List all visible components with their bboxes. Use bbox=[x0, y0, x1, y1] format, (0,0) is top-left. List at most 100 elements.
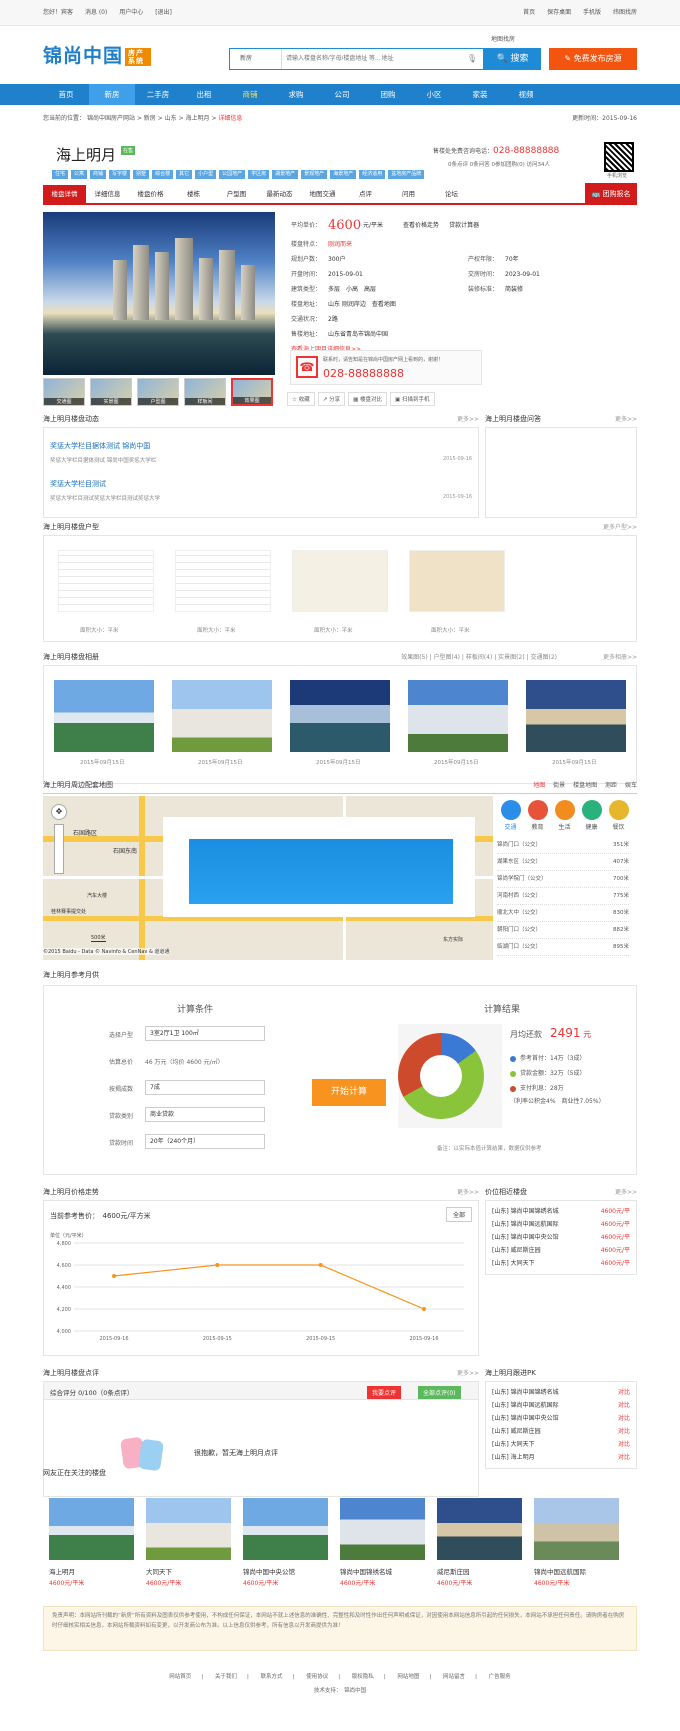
all-range-button[interactable]: 全部 bbox=[445, 1207, 472, 1222]
tag[interactable]: 湖景地产 bbox=[272, 170, 299, 179]
compare-button[interactable]: ▦ 楼盘对比 bbox=[348, 392, 388, 406]
news-more-link[interactable]: 更多>> bbox=[457, 414, 479, 423]
thumb-traffic[interactable]: 交通图 bbox=[43, 378, 85, 406]
list-item[interactable]: [山东] 大同天下 4600元/平 bbox=[492, 1257, 630, 1270]
list-item[interactable]: [山东] 威尼斯庄园 4600元/平 bbox=[492, 1244, 630, 1257]
poi-item[interactable]: 顺北大中（公交） 830米 bbox=[497, 905, 629, 922]
nav-decor[interactable]: 家装 bbox=[457, 84, 503, 105]
crumb-new[interactable]: 新房 bbox=[144, 115, 156, 122]
microphone-icon[interactable]: 🎙 bbox=[467, 54, 477, 63]
footer-link[interactable]: 关于我们 bbox=[215, 1674, 237, 1680]
poi-item[interactable]: 朝阳门口（公交） 882米 bbox=[497, 922, 629, 939]
tag[interactable]: 商铺 bbox=[90, 170, 107, 179]
watch-photo[interactable] bbox=[437, 1498, 522, 1560]
house-type-select[interactable]: 3室2厅1卫 100㎡ bbox=[145, 1026, 265, 1041]
list-item[interactable]: [山东] 锦尚中国中央公馆 4600元/平 bbox=[492, 1231, 630, 1244]
price-trend-link[interactable]: 查看价格走势 bbox=[403, 215, 439, 237]
tab-map[interactable]: 地图交通 bbox=[301, 185, 344, 203]
watch-photo[interactable] bbox=[49, 1498, 134, 1560]
search-type-select[interactable]: 新房 bbox=[230, 49, 282, 69]
tab-building[interactable]: 楼栋 bbox=[172, 185, 215, 203]
poi-item[interactable]: 湖果东区（公交） 407米 bbox=[497, 854, 629, 871]
tag[interactable]: 经济适用 bbox=[359, 170, 386, 179]
thumb-plan[interactable]: 户型图 bbox=[137, 378, 179, 406]
search-input[interactable] bbox=[286, 49, 466, 69]
list-item[interactable]: [山东] 锦尚中国远航国际 对比 bbox=[492, 1399, 630, 1412]
crumb-site[interactable]: 锦尚中国房产网站 bbox=[87, 115, 135, 122]
list-item[interactable]: [山东] 锦尚中国锦绣名城 4600元/平 bbox=[492, 1205, 630, 1218]
nav-video[interactable]: 视频 bbox=[503, 84, 549, 105]
crumb-region[interactable]: 山东 bbox=[165, 115, 177, 122]
album-categories[interactable]: 效果图(5) | 户型图(4) | 样板间(4) | 实景图(2) | 交通图(… bbox=[401, 652, 557, 661]
loan-term-select[interactable]: 20年（240个月） bbox=[145, 1134, 265, 1149]
tag[interactable]: 公寓 bbox=[71, 170, 88, 179]
poi-cat-education[interactable]: 教育 bbox=[524, 800, 551, 831]
nav-new-house[interactable]: 新房 bbox=[89, 84, 135, 105]
news-title[interactable]: 奖惩大学栏目测试 bbox=[50, 479, 106, 489]
news-title[interactable]: 奖惩大学栏目据体测试 锦尚中国 bbox=[50, 441, 150, 451]
footer-link[interactable]: 网站首页 bbox=[169, 1674, 191, 1680]
nav-buy[interactable]: 求购 bbox=[273, 84, 319, 105]
poi-cat-life[interactable]: 生活 bbox=[551, 800, 578, 831]
poi-cat-food[interactable]: 餐饮 bbox=[605, 800, 632, 831]
thumb-real[interactable]: 实景图 bbox=[90, 378, 132, 406]
tab-forum[interactable]: 论坛 bbox=[430, 185, 473, 203]
album-photo[interactable] bbox=[172, 680, 272, 752]
tab-review[interactable]: 点评 bbox=[344, 185, 387, 203]
list-item[interactable]: [山东] 海上明月 对比 bbox=[492, 1451, 630, 1464]
loan-type-select[interactable]: 商业贷款 bbox=[145, 1107, 265, 1122]
map-tab-map[interactable]: 地图 bbox=[533, 782, 545, 789]
poi-item[interactable]: 临湖门口（公交） 895米 bbox=[497, 939, 629, 956]
publish-button[interactable]: ✎ 免费发布房源 bbox=[549, 48, 637, 70]
tag[interactable]: 其它 bbox=[176, 170, 193, 179]
nav-second-hand[interactable]: 二手房 bbox=[135, 84, 181, 105]
nav-community[interactable]: 小区 bbox=[411, 84, 457, 105]
album-photo[interactable] bbox=[54, 680, 154, 752]
tab-price[interactable]: 楼盘价格 bbox=[129, 185, 172, 203]
favorite-button[interactable]: ☆ 收藏 bbox=[287, 392, 315, 406]
write-review-button[interactable]: 我要点评 bbox=[367, 1386, 402, 1399]
logout-link[interactable]: [退出] bbox=[155, 9, 172, 16]
thumb-sample[interactable]: 样板间 bbox=[184, 378, 226, 406]
all-reviews-button[interactable]: 全部点评(0) bbox=[418, 1386, 461, 1399]
poi-item[interactable]: 锦尚门口（公交） 351米 bbox=[497, 837, 629, 854]
watch-photo[interactable] bbox=[340, 1498, 425, 1560]
scan-button[interactable]: ▣ 扫描到手机 bbox=[390, 392, 435, 406]
album-photo[interactable] bbox=[526, 680, 626, 752]
search-button[interactable]: 🔍 搜索 bbox=[484, 48, 541, 70]
similar-more-link[interactable]: 更多>> bbox=[615, 1187, 637, 1196]
message-link[interactable]: 消息 (0) bbox=[85, 9, 107, 16]
review-more-link[interactable]: 更多>> bbox=[457, 1368, 479, 1377]
tag[interactable]: 公园地产 bbox=[219, 170, 246, 179]
footer-link[interactable]: 网站地图 bbox=[397, 1674, 419, 1680]
site-logo[interactable]: 锦尚中国 房产系统 bbox=[43, 41, 152, 68]
tag[interactable]: 小户型 bbox=[195, 170, 217, 179]
floorplan-image[interactable] bbox=[409, 550, 505, 612]
list-item[interactable]: [山东] 大同天下 对比 bbox=[492, 1438, 630, 1451]
start-calc-button[interactable]: 开始计算 bbox=[312, 1079, 386, 1106]
user-center-link[interactable]: 用户中心 bbox=[119, 9, 143, 16]
call-phone[interactable]: 028-88888888 bbox=[323, 367, 404, 380]
album-more-link[interactable]: 更多相册>> bbox=[603, 652, 637, 661]
share-button[interactable]: ↗ 分享 bbox=[317, 392, 346, 406]
tab-floorplan[interactable]: 户型图 bbox=[215, 185, 258, 203]
map-pan-control[interactable]: ✥ bbox=[51, 804, 67, 820]
tab-news[interactable]: 最新动态 bbox=[258, 185, 301, 203]
poi-cat-health[interactable]: 健康 bbox=[578, 800, 605, 831]
tag[interactable]: 住宅 bbox=[52, 170, 69, 179]
map-link[interactable]: 纬图找房 bbox=[613, 9, 637, 16]
tab-qa[interactable]: 问用 bbox=[387, 185, 430, 203]
floorplan-image[interactable] bbox=[292, 550, 388, 612]
map-tab-car[interactable]: 娱车 bbox=[625, 782, 637, 789]
list-item[interactable]: [山东] 锦尚中国远航国际 4600元/平 bbox=[492, 1218, 630, 1231]
watch-photo[interactable] bbox=[146, 1498, 231, 1560]
nav-group[interactable]: 团购 bbox=[365, 84, 411, 105]
footer-link[interactable]: 网站留言 bbox=[443, 1674, 465, 1680]
tag[interactable]: 盆地房产品牌 bbox=[388, 170, 425, 179]
nav-company[interactable]: 公司 bbox=[319, 84, 365, 105]
qa-more-link[interactable]: 更多>> bbox=[615, 414, 637, 423]
mobile-link[interactable]: 手机版 bbox=[583, 9, 601, 16]
footer-link[interactable]: 联系方式 bbox=[261, 1674, 283, 1680]
save-desktop-link[interactable]: 保存桌面 bbox=[547, 9, 571, 16]
trend-more-link[interactable]: 更多>> bbox=[457, 1187, 479, 1196]
